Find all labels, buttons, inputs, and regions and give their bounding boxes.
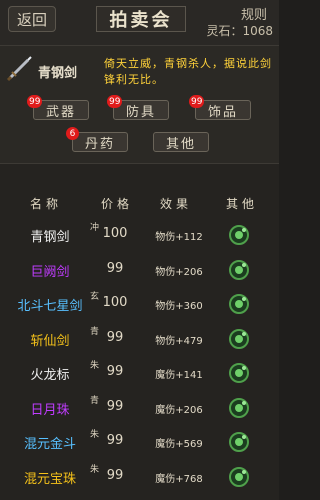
item-price: 99 — [106, 329, 124, 345]
item-tag: 玄 — [90, 292, 100, 302]
table-header: 名称 价格 效果 其他 — [0, 195, 279, 215]
auction-bid-icon[interactable] — [228, 328, 250, 350]
auction-bid-icon[interactable] — [228, 397, 250, 419]
featured-item-name: 青钢剑 — [38, 66, 78, 81]
item-effect: 物伤+112 — [155, 232, 203, 243]
item-effect: 魔伤+569 — [155, 439, 203, 450]
item-tag: 青 — [90, 395, 100, 406]
item-name: 北斗七星剑 — [17, 299, 83, 314]
item-effect: 魔伤+206 — [155, 404, 203, 416]
item-tag: 朱 — [90, 361, 100, 371]
category-pills-button[interactable]: 丹药 — [72, 132, 128, 152]
page-title: 拍卖会 — [96, 6, 186, 32]
spirit-stone-count: 灵石：1068 — [206, 24, 273, 38]
auction-bid-icon[interactable] — [228, 362, 250, 384]
auction-bid-icon[interactable] — [228, 259, 250, 281]
header-effect: 效果 — [160, 197, 193, 211]
item-name: 日月珠 — [30, 402, 70, 418]
item-price: 99 — [106, 467, 124, 483]
top-bar: 返回 拍卖会 规则 灵石：1068 — [0, 0, 279, 46]
item-price: 99 — [106, 398, 124, 414]
item-name: 火龙标 — [30, 368, 70, 383]
item-name: 青钢剑 — [30, 230, 70, 245]
featured-item-description: 倚天立威，青钢杀人，据说此剑锋利无比。 — [104, 57, 272, 86]
table-row[interactable]: 巨阙剑 99 物伤+206 — [0, 253, 279, 287]
item-tag: 朱 — [90, 430, 100, 440]
table-row[interactable]: 混元金斗 朱 99 魔伤+569 — [0, 425, 279, 459]
category-label: 防具 — [125, 104, 156, 120]
auction-screen: 返回 拍卖会 规则 灵石：1068 青钢剑 倚天立威，青钢杀人，据说此剑锋利无比… — [0, 0, 279, 500]
category-other-button[interactable]: 其他 — [153, 132, 209, 152]
auction-bid-icon[interactable] — [228, 466, 250, 488]
auction-bid-icon[interactable] — [228, 224, 250, 246]
category-label: 武器 — [45, 104, 76, 120]
item-effect: 物伤+479 — [155, 335, 203, 347]
item-price: 99 — [106, 364, 124, 379]
badge-armor: 99 — [107, 95, 123, 108]
item-name: 混元金斗 — [23, 437, 76, 452]
table-row[interactable]: 火龙标 朱 99 魔伤+141 — [0, 356, 279, 390]
featured-item-panel: 青钢剑 倚天立威，青钢杀人，据说此剑锋利无比。 武器 99 防具 99 饰品 9… — [0, 46, 279, 164]
item-price: 100 — [102, 295, 128, 310]
item-price: 100 — [102, 226, 128, 241]
sword-icon — [6, 56, 32, 82]
badge-weapons: 99 — [27, 95, 43, 108]
item-effect: 物伤+206 — [155, 266, 203, 278]
category-label: 饰品 — [207, 104, 238, 120]
item-price: 99 — [106, 433, 124, 448]
item-effect: 魔伤+768 — [155, 473, 203, 485]
header-price: 价格 — [101, 197, 134, 211]
item-tag: 朱 — [90, 464, 100, 475]
table-row[interactable]: 北斗七星剑玄 100 物伤+360 — [0, 287, 279, 321]
item-effect: 魔伤+141 — [155, 370, 203, 381]
item-effect: 物伤+360 — [155, 301, 203, 312]
table-row[interactable]: 混元宝珠 朱 99 魔伤+768 — [0, 460, 279, 494]
header-other: 其他 — [226, 197, 259, 211]
item-name: 巨阙剑 — [30, 264, 70, 280]
auction-bid-icon[interactable] — [228, 293, 250, 315]
table-row[interactable]: 青钢剑 冲 100 物伤+112 — [0, 218, 279, 252]
auction-bid-icon[interactable] — [228, 431, 250, 453]
rules-button[interactable]: 规则 — [241, 4, 267, 23]
table-row[interactable]: 斩仙剑 青 99 物伤+479 — [0, 322, 279, 356]
item-tag: 冲 — [90, 223, 100, 233]
category-label: 其他 — [165, 136, 196, 152]
item-name: 斩仙剑 — [30, 333, 70, 349]
table-row[interactable]: 日月珠 青 99 魔伤+206 — [0, 391, 279, 425]
item-tag: 青 — [90, 326, 100, 337]
badge-accessories: 99 — [189, 95, 205, 108]
back-button[interactable]: 返回 — [8, 6, 56, 32]
item-name: 混元宝珠 — [23, 471, 76, 487]
category-label: 丹药 — [84, 136, 115, 152]
badge-pills: 6 — [66, 127, 79, 140]
header-name: 名称 — [30, 197, 63, 211]
item-price: 99 — [106, 260, 124, 276]
